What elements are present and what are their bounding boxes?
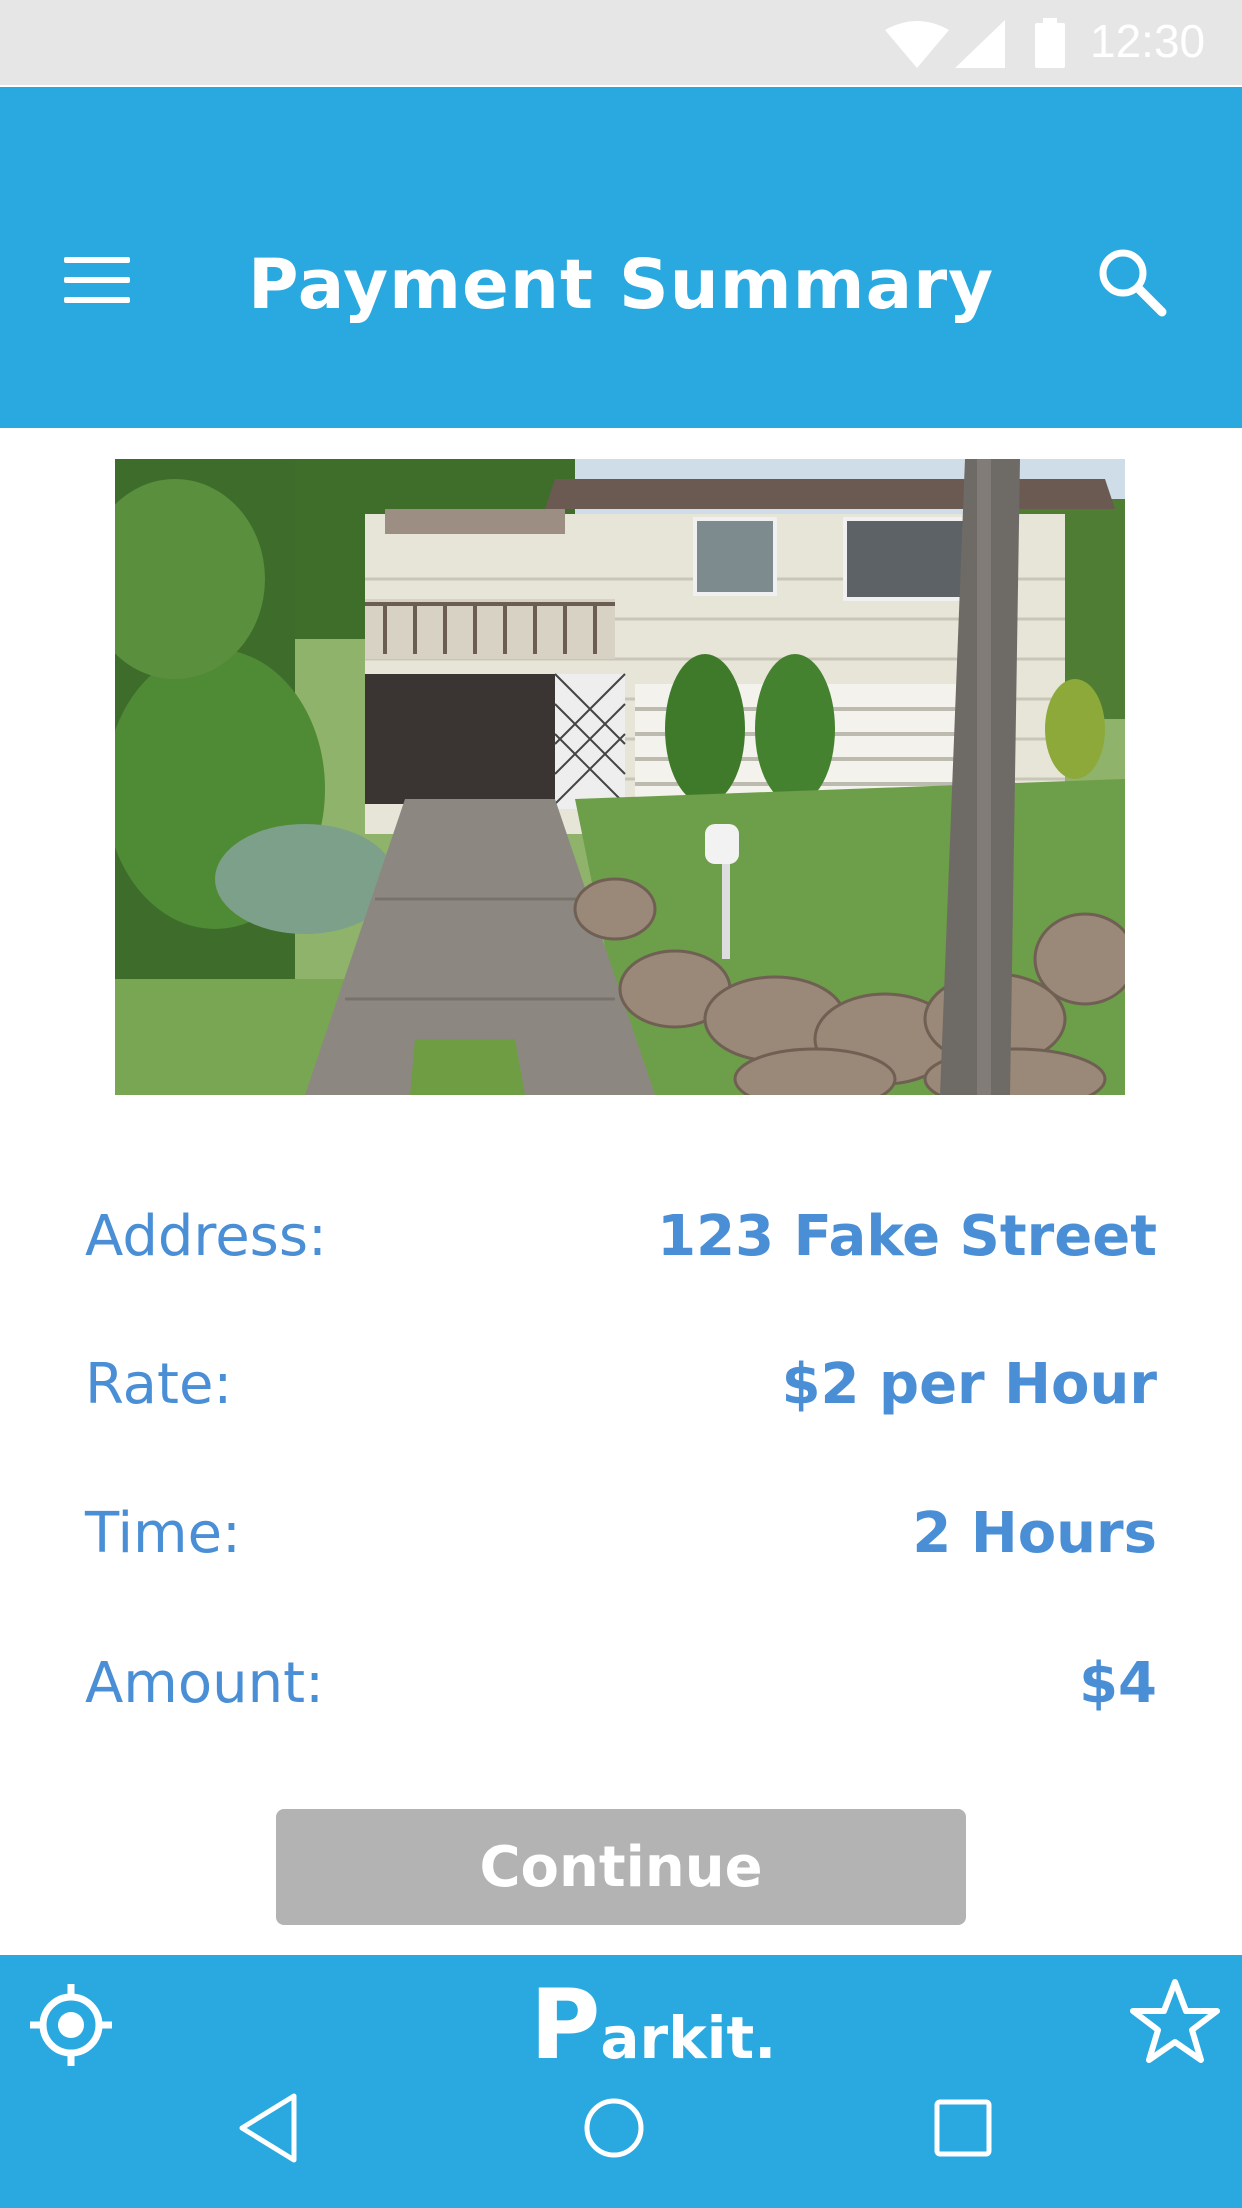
rate-row: Rate: $2 per Hour — [85, 1345, 1157, 1425]
rate-value: $2 per Hour — [781, 1352, 1157, 1417]
address-label: Address: — [85, 1204, 327, 1269]
house-photo — [115, 459, 1125, 1095]
wifi-icon — [885, 21, 949, 68]
time-label: Time: — [85, 1501, 241, 1566]
search-icon[interactable] — [1096, 246, 1168, 318]
amount-label: Amount: — [85, 1651, 324, 1716]
status-bar: 12:30 — [0, 0, 1242, 85]
status-time: 12:30 — [1090, 15, 1206, 67]
time-value: 2 Hours — [912, 1501, 1157, 1566]
address-row: Address: 123 Fake Street — [85, 1197, 1157, 1277]
logo-letter-p: P — [530, 1969, 601, 2081]
page-title: Payment Summary — [248, 245, 995, 325]
menu-icon[interactable] — [64, 255, 130, 305]
recents-icon[interactable] — [934, 2099, 992, 2157]
battery-icon — [1035, 18, 1065, 68]
logo-text: arkit. — [600, 2004, 777, 2072]
rate-label: Rate: — [85, 1352, 233, 1417]
signal-icon — [955, 20, 1005, 68]
time-row: Time: 2 Hours — [85, 1494, 1157, 1574]
parkit-logo: Parkit. — [530, 1975, 776, 2075]
amount-value: $4 — [1079, 1651, 1157, 1716]
home-icon[interactable] — [582, 2096, 646, 2160]
continue-button[interactable]: Continue — [276, 1809, 966, 1925]
amount-row: Amount: $4 — [85, 1644, 1157, 1724]
address-value: 123 Fake Street — [657, 1204, 1157, 1269]
back-icon[interactable] — [236, 2092, 300, 2164]
locate-icon[interactable] — [28, 1982, 114, 2068]
star-icon[interactable] — [1130, 1978, 1220, 2064]
